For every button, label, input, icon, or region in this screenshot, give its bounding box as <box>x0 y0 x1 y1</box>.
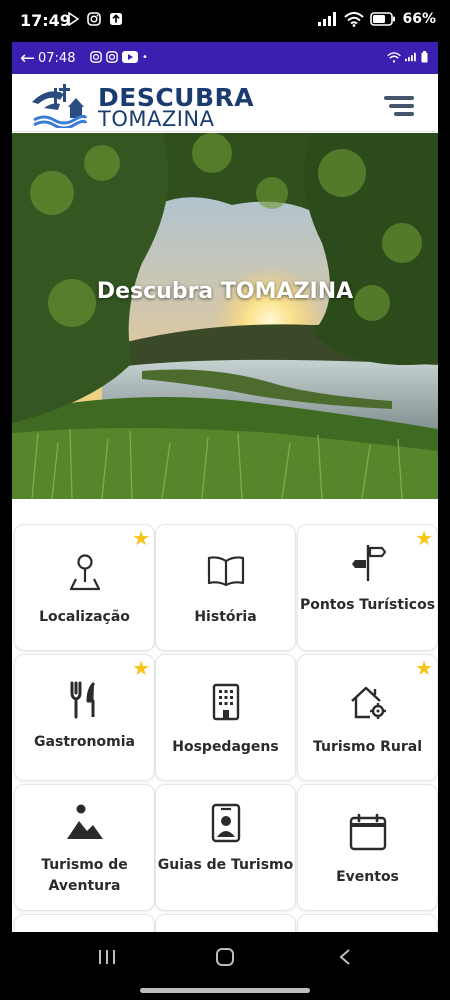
card-label: Guias de Turismo <box>157 857 294 873</box>
back-arrow-icon[interactable]: ← <box>20 48 35 69</box>
inner-system-indicators <box>387 51 428 63</box>
signal-icon <box>318 12 337 26</box>
instagram-icon <box>106 51 118 63</box>
favorite-star-icon[interactable]: ★ <box>415 658 433 678</box>
app-header: DESCUBRA TOMAZINA <box>12 74 438 132</box>
card-turismo-de-aventura[interactable]: Turismo de Aventura <box>14 784 155 911</box>
card-hospedagens[interactable]: Hospedagens <box>155 654 296 781</box>
card-label: Pontos Turísticos <box>299 597 436 613</box>
utensils-icon <box>70 681 95 719</box>
card-label: Hospedagens <box>172 739 279 755</box>
instagram-icon <box>87 12 101 26</box>
hero-landscape-image <box>12 133 438 499</box>
system-indicators: 66% <box>318 11 436 27</box>
card-label: Turismo Rural <box>313 739 422 755</box>
gesture-home-bar[interactable] <box>140 988 310 993</box>
hotel-icon <box>212 683 239 721</box>
app-screen: ← 07:48 • DESCUBRA TOMAZINA Descubra TOM… <box>12 42 438 932</box>
card-label: Localização <box>39 609 130 625</box>
card-gastronomia[interactable]: ★ Gastronomia <box>14 654 155 781</box>
card-localizacao[interactable]: ★ Localização <box>14 524 155 651</box>
inner-status-bar: ← 07:48 • <box>12 42 438 74</box>
tomazina-logo <box>32 84 88 128</box>
inner-notification-icons: • <box>90 51 148 63</box>
guide-badge-icon <box>211 803 240 843</box>
battery-icon <box>370 12 396 26</box>
inner-clock: 07:48 <box>38 51 76 66</box>
signal-icon <box>405 52 416 62</box>
upload-icon <box>110 13 122 25</box>
card-label: Eventos <box>336 869 399 885</box>
card-label: Turismo de Aventura <box>41 857 128 894</box>
map-pin-icon <box>69 554 100 591</box>
card-label: História <box>194 609 257 625</box>
notification-icons <box>67 12 123 26</box>
brand-name-bottom: TOMAZINA <box>98 107 215 131</box>
play-icon <box>68 12 79 26</box>
signpost-icon <box>351 545 386 581</box>
hero-title: Descubra TOMAZINA <box>96 279 354 304</box>
hero-banner: Descubra TOMAZINA <box>12 133 438 499</box>
card-label: Gastronomia <box>34 734 135 750</box>
house-gear-icon <box>350 686 386 719</box>
wifi-icon <box>387 51 401 62</box>
favorite-star-icon[interactable]: ★ <box>415 528 433 548</box>
hamburger-menu-icon[interactable] <box>384 96 414 116</box>
favorite-star-icon[interactable]: ★ <box>132 528 150 548</box>
card-partial[interactable] <box>297 914 438 932</box>
card-pontos-turisticos[interactable]: ★ Pontos Turísticos <box>297 524 438 651</box>
card-historia[interactable]: História <box>155 524 296 651</box>
landscape-icon <box>66 804 103 839</box>
card-partial[interactable] <box>155 914 296 932</box>
youtube-icon <box>122 51 138 63</box>
favorite-star-icon[interactable]: ★ <box>132 658 150 678</box>
phone-clock: 17:49 <box>20 11 71 30</box>
recent-apps-icon[interactable] <box>97 948 117 966</box>
card-partial[interactable] <box>14 914 155 932</box>
instagram-icon <box>90 51 102 63</box>
back-button-icon[interactable] <box>338 948 352 966</box>
battery-icon <box>421 51 428 63</box>
battery-percent: 66% <box>402 11 436 27</box>
dot-icon: • <box>142 51 148 63</box>
card-turismo-rural[interactable]: ★ Turismo Rural <box>297 654 438 781</box>
home-button-icon[interactable] <box>215 947 235 967</box>
wifi-icon <box>344 11 365 27</box>
card-eventos[interactable]: Eventos <box>297 784 438 911</box>
calendar-icon <box>349 813 386 851</box>
phone-status-bar: 17:49 66% <box>0 0 450 42</box>
book-icon <box>207 556 244 587</box>
card-guias-de-turismo[interactable]: Guias de Turismo <box>155 784 296 911</box>
